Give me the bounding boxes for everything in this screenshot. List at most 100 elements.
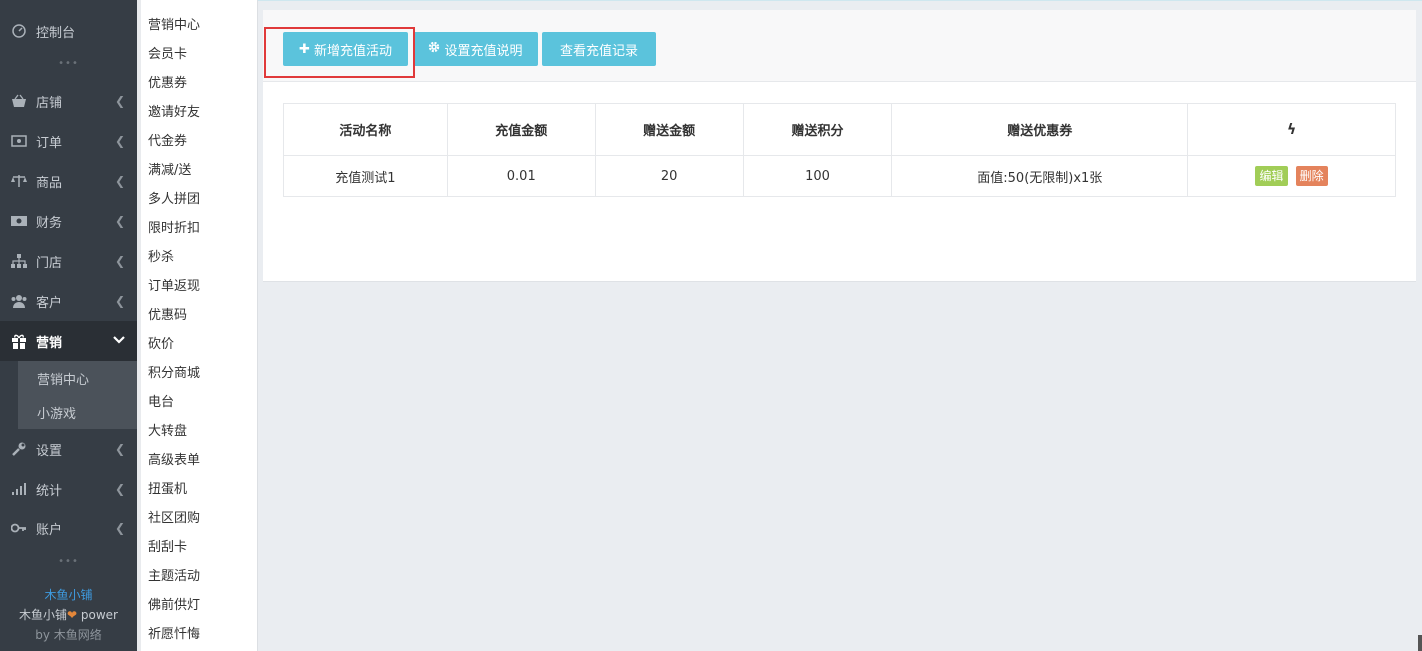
brand-power-suffix: power	[77, 608, 118, 622]
sidebar-subitem-mini-games[interactable]: 小游戏	[18, 395, 137, 429]
chevron-left-icon: ❮	[114, 174, 125, 188]
recharge-settings-button[interactable]: 设置充值说明	[413, 32, 538, 66]
sidebar-item-dashboard[interactable]: 控制台	[0, 11, 137, 51]
cell-recharge-amount: 0.01	[446, 155, 596, 197]
sidebar-item-finance[interactable]: 财务 ❮	[0, 201, 137, 241]
actions-header-glyph: ϟ	[1286, 121, 1297, 138]
sidebar-item-label: 营销	[36, 335, 63, 351]
sidebar-item-label: 订单	[36, 135, 63, 151]
scrollbar-thumb[interactable]	[1418, 635, 1422, 651]
users-icon	[10, 292, 28, 310]
sidebar-item-account[interactable]: 账户 ❮	[0, 508, 137, 548]
basket-icon	[10, 92, 28, 110]
chevron-left-icon: ❮	[114, 214, 125, 228]
sidebar-item-label: 财务	[36, 215, 63, 231]
sidebar-item-label: 账户	[36, 522, 63, 538]
cash-icon	[10, 212, 28, 230]
submenu-item[interactable]: 高级表单	[148, 452, 200, 470]
marketing-submenu-list: 营销中心会员卡优惠券邀请好友代金券满减/送多人拼团限时折扣秒杀订单返现优惠码砍价…	[137, 0, 258, 651]
sidebar-item-products[interactable]: 商品 ❮	[0, 161, 137, 201]
submenu-item[interactable]: 秒杀	[148, 249, 174, 267]
submenu-item[interactable]: 优惠券	[148, 75, 187, 93]
money-icon	[10, 132, 28, 150]
submenu-edge	[137, 0, 141, 651]
submenu-item[interactable]: 多人拼团	[148, 191, 200, 209]
sidebar-item-orders[interactable]: 订单 ❮	[0, 121, 137, 161]
sidebar-item-label: 统计	[36, 483, 63, 499]
chevron-down-icon	[113, 334, 125, 348]
submenu-item[interactable]: 优惠码	[148, 307, 187, 325]
chevron-left-icon: ❮	[114, 442, 125, 456]
sitemap-icon	[10, 252, 28, 270]
col-header-activity-name: 活动名称	[283, 103, 448, 156]
brand-name: 木鱼小铺	[44, 588, 93, 602]
sidebar-item-stores[interactable]: 门店 ❮	[0, 241, 137, 281]
sidebar-item-label: 门店	[36, 255, 63, 271]
submenu-item[interactable]: 刮刮卡	[148, 539, 187, 557]
cell-bonus-amount: 20	[594, 155, 744, 197]
sidebar-item-label: 客户	[36, 295, 63, 311]
lightning-icon: ϟ	[1187, 103, 1396, 156]
submenu-item[interactable]: 代金券	[148, 133, 187, 151]
toolbar: ✚ 新增充值活动 设置充值说明 查看充值记录	[263, 10, 1416, 82]
submenu-item[interactable]: 祈愿忏悔	[148, 626, 200, 644]
cell-actions: 编辑 删除	[1187, 155, 1396, 197]
submenu-item[interactable]: 限时折扣	[148, 220, 200, 238]
gear-icon	[428, 41, 440, 57]
sidebar-item-label: 设置	[36, 443, 63, 459]
submenu-item[interactable]: 扭蛋机	[148, 481, 187, 499]
sidebar-item-label: 控制台	[36, 25, 76, 41]
col-header-bonus-amount: 赠送金额	[594, 103, 744, 156]
gift-icon	[10, 332, 28, 350]
main-sidebar: 控制台 ••• 店铺 ❮ 订单 ❮ 商品 ❮ 财务 ❮ 门店 ❮ 客户 ❮ 营销…	[0, 0, 137, 651]
cell-bonus-coupon: 面值:50(无限制)x1张	[891, 155, 1189, 197]
highlight-box	[264, 27, 415, 78]
marketing-submenu: 营销中心 小游戏	[18, 361, 137, 429]
sidebar-item-marketing[interactable]: 营销	[0, 321, 137, 361]
sidebar-item-customers[interactable]: 客户 ❮	[0, 281, 137, 321]
recharge-activity-table: 活动名称 充值金额 赠送金额 赠送积分 赠送优惠券 ϟ 充值测试1 0.01 2…	[283, 103, 1396, 197]
view-recharge-records-button[interactable]: 查看充值记录	[542, 32, 656, 66]
sidebar-item-statistics[interactable]: 统计 ❮	[0, 469, 137, 509]
submenu-item[interactable]: 满减/送	[148, 162, 191, 180]
sidebar-item-label: 商品	[36, 175, 63, 191]
submenu-item[interactable]: 大转盘	[148, 423, 187, 441]
submenu-item[interactable]: 佛前供灯	[148, 597, 200, 615]
cell-activity-name: 充值测试1	[283, 155, 448, 197]
recharge-settings-label: 设置充值说明	[444, 43, 523, 59]
table-header-row: 活动名称 充值金额 赠送金额 赠送积分 赠送优惠券 ϟ	[283, 103, 1396, 156]
view-recharge-records-label: 查看充值记录	[559, 43, 638, 59]
sidebar-item-settings[interactable]: 设置 ❮	[0, 429, 137, 469]
brand-by-line: by 木鱼网络	[35, 628, 102, 642]
brand-power-line: 木鱼小铺❤ power	[0, 606, 137, 623]
delete-button[interactable]: 删除	[1295, 166, 1328, 186]
brand-power-name: 木鱼小铺	[19, 608, 68, 622]
sidebar-subitem-marketing-center[interactable]: 营销中心	[18, 361, 137, 395]
submenu-item[interactable]: 社区团购	[148, 510, 200, 528]
chevron-left-icon: ❮	[114, 94, 125, 108]
signal-icon	[10, 480, 28, 498]
sidebar-divider-dots: •••	[58, 556, 79, 567]
chevron-left-icon: ❮	[114, 521, 125, 535]
sidebar-item-shop[interactable]: 店铺 ❮	[0, 81, 137, 121]
col-header-bonus-coupon: 赠送优惠券	[891, 103, 1189, 156]
submenu-item[interactable]: 营销中心	[148, 17, 200, 35]
cell-bonus-points: 100	[742, 155, 893, 197]
submenu-item[interactable]: 会员卡	[148, 46, 187, 64]
submenu-item[interactable]: 电台	[148, 394, 174, 412]
dashboard-icon	[10, 22, 28, 40]
sidebar-divider-dots: •••	[58, 58, 79, 69]
submenu-item[interactable]: 主题活动	[148, 568, 200, 586]
col-header-bonus-points: 赠送积分	[742, 103, 893, 156]
submenu-item[interactable]: 订单返现	[148, 278, 200, 296]
submenu-item[interactable]: 砍价	[148, 336, 174, 354]
key-icon	[10, 519, 28, 537]
chevron-left-icon: ❮	[114, 134, 125, 148]
edit-button[interactable]: 编辑	[1255, 166, 1288, 186]
heart-icon: ❤	[67, 608, 78, 622]
submenu-item[interactable]: 邀请好友	[148, 104, 200, 122]
submenu-item[interactable]: 积分商城	[148, 365, 200, 383]
sidebar-item-label: 店铺	[36, 95, 63, 111]
wrench-icon	[10, 440, 28, 458]
col-header-recharge-amount: 充值金额	[446, 103, 596, 156]
